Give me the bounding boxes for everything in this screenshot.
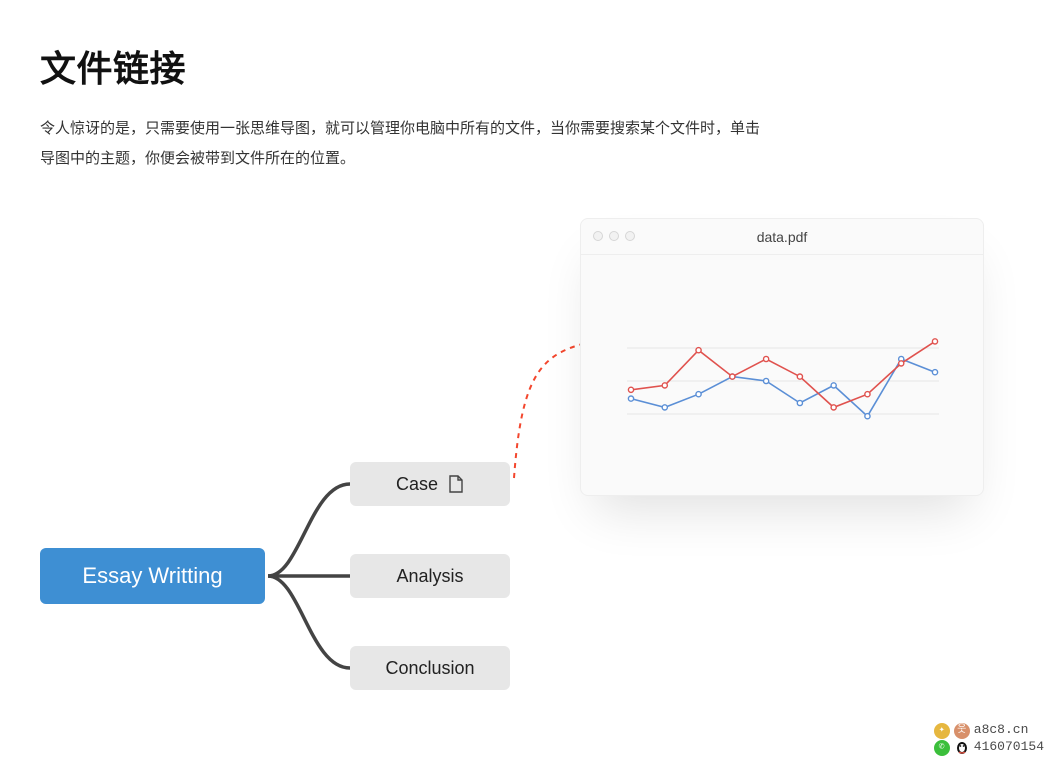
- mindmap-node-case-label: Case: [396, 474, 438, 495]
- mindmap-node-analysis[interactable]: Analysis: [350, 554, 510, 598]
- window-traffic-lights: [593, 231, 635, 241]
- mindmap-root-label: Essay Writting: [82, 563, 222, 589]
- contact-qq-row: ✆ 416070154: [934, 739, 1044, 756]
- badge-icon: ✦: [934, 723, 950, 739]
- page-description: 令人惊讶的是，只需要使用一张思维导图，就可以管理你电脑中所有的文件，当你需要搜索…: [40, 114, 760, 174]
- wechat-icon: ✆: [934, 740, 950, 756]
- qq-icon: [954, 740, 970, 756]
- mindmap-node-conclusion-label: Conclusion: [385, 658, 474, 679]
- preview-body: [581, 255, 983, 495]
- preview-filename: data.pdf: [757, 229, 808, 245]
- mindmap-node-analysis-label: Analysis: [396, 566, 463, 587]
- mindmap: Essay Writting Case Analysis Conclusion: [40, 440, 560, 760]
- mindmap-node-conclusion[interactable]: Conclusion: [350, 646, 510, 690]
- avatar-icon: 웃: [954, 723, 970, 739]
- contact-block: ✦ 웃 a8c8.cn ✆ 416070154: [934, 722, 1044, 756]
- contact-site: a8c8.cn: [974, 722, 1029, 739]
- page-title: 文件链接: [40, 40, 1012, 92]
- traffic-max-icon: [625, 231, 635, 241]
- traffic-close-icon: [593, 231, 603, 241]
- mindmap-node-case[interactable]: Case: [350, 462, 510, 506]
- preview-chart: [581, 255, 985, 497]
- contact-qq: 416070154: [974, 739, 1044, 756]
- traffic-min-icon: [609, 231, 619, 241]
- file-preview-window: data.pdf: [580, 218, 984, 496]
- contact-site-row: ✦ 웃 a8c8.cn: [934, 722, 1044, 739]
- mindmap-root-node[interactable]: Essay Writting: [40, 548, 265, 604]
- file-icon: [448, 475, 464, 493]
- preview-titlebar: data.pdf: [581, 219, 983, 255]
